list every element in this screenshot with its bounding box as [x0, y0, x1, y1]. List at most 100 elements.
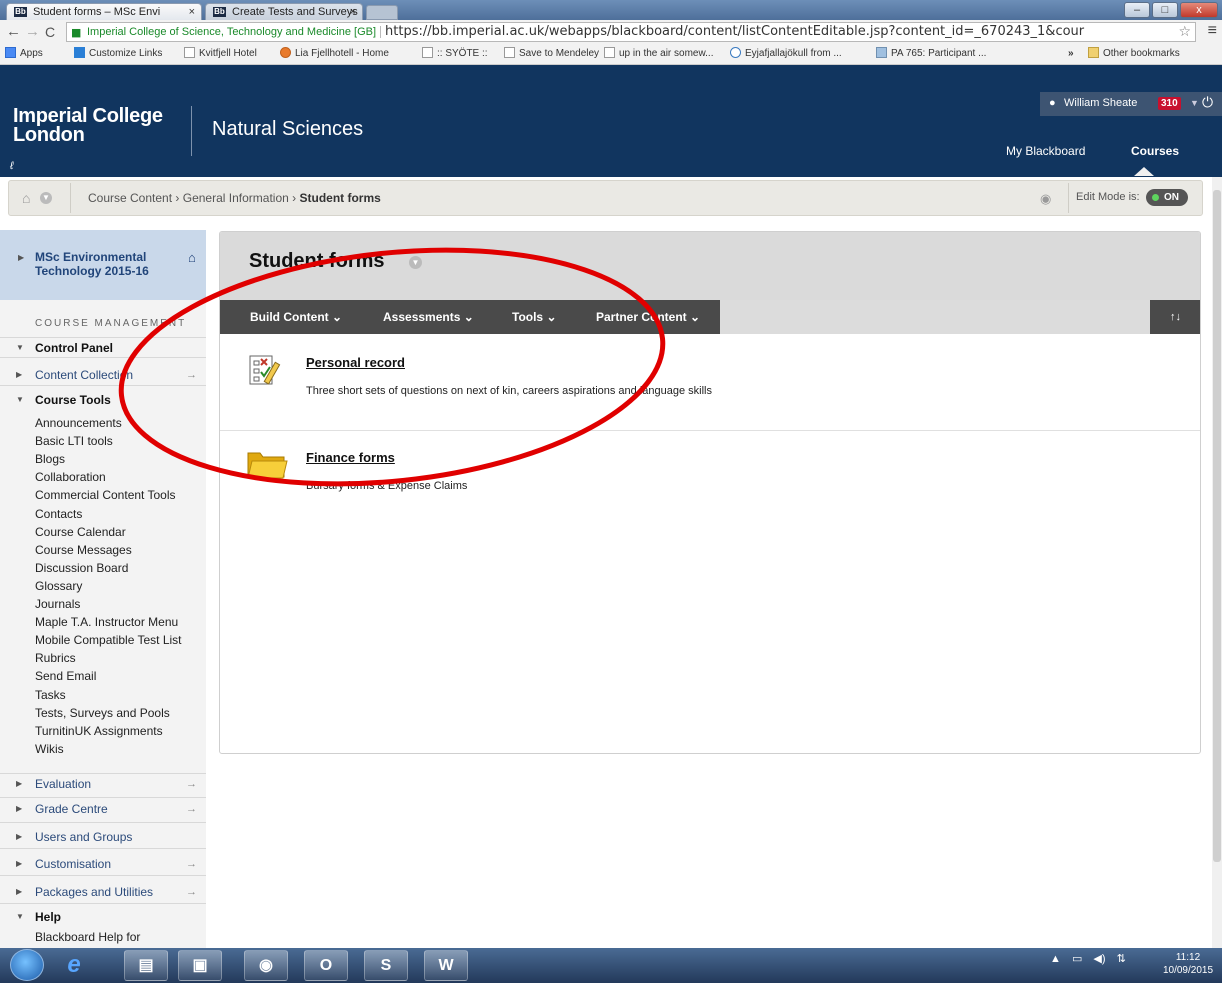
- system-tray: ▲ ▭ ◀) ⇅: [1050, 952, 1126, 965]
- browser-menu-icon[interactable]: ≡: [1208, 22, 1217, 40]
- course-tile[interactable]: ▶ MSc Environmental Technology 2015-16 ⌂: [0, 230, 206, 300]
- chevron-down-icon: ⌄: [690, 310, 701, 324]
- bookmark-mendeley[interactable]: Save to Mendeley: [504, 44, 599, 64]
- assessments-menu[interactable]: Assessments ⌄: [383, 300, 474, 334]
- browser-tab-active[interactable]: Bb Student forms – MSc Envi ×: [6, 3, 202, 20]
- sidebar-tool-item[interactable]: Glossary: [35, 579, 82, 593]
- build-content-menu[interactable]: Build Content ⌄: [250, 300, 342, 334]
- internet-explorer-icon[interactable]: e: [52, 950, 96, 981]
- sidebar-tool-item[interactable]: TurnitinUK Assignments: [35, 724, 163, 738]
- tab-close-icon[interactable]: ×: [189, 4, 195, 20]
- bookmark-kvitfjell[interactable]: Kvitfjell Hotel: [184, 44, 257, 64]
- sidebar-tool-item[interactable]: Contacts: [35, 507, 82, 521]
- new-tab-button[interactable]: [366, 5, 398, 20]
- help-header[interactable]: ▼ Help: [0, 907, 206, 927]
- forward-arrow-icon[interactable]: →: [25, 22, 40, 42]
- tab-close-icon[interactable]: ×: [350, 4, 356, 20]
- chrome-icon[interactable]: ◉: [244, 950, 288, 981]
- user-menu[interactable]: ● William Sheate 310 ▼ ⏻: [1040, 92, 1222, 116]
- reorder-icon[interactable]: ↑↓: [1170, 300, 1181, 334]
- bookmarks-overflow-icon[interactable]: »: [1068, 44, 1074, 64]
- close-window-button[interactable]: x: [1180, 2, 1218, 18]
- bookmark-up-in-the-air[interactable]: up in the air somew...: [604, 44, 714, 64]
- bookmark-star-icon[interactable]: ☆: [1178, 23, 1191, 41]
- file-explorer-icon[interactable]: ▤: [124, 950, 168, 981]
- bookmark-other[interactable]: Other bookmarks: [1088, 44, 1180, 64]
- sidebar-tool-item[interactable]: Blogs: [35, 452, 65, 466]
- sidebar-item-packages-and-utilities[interactable]: ▶ Packages and Utilities →: [0, 882, 206, 902]
- breadcrumb-course-content[interactable]: Course Content: [88, 191, 172, 205]
- bookmark-eyjafjallajokull[interactable]: Eyjafjallajökull from ...: [730, 44, 842, 64]
- sidebar-tool-item[interactable]: Announcements: [35, 416, 122, 430]
- network-icon[interactable]: ▭: [1072, 953, 1082, 965]
- sidebar-tool-item[interactable]: Basic LTI tools: [35, 434, 113, 448]
- sync-icon[interactable]: ⇅: [1117, 953, 1126, 965]
- bookmark-pa765[interactable]: PA 765: Participant ...: [876, 44, 986, 64]
- url-input[interactable]: ■ Imperial College of Science, Technolog…: [66, 22, 1196, 42]
- sidebar-item-grade-centre[interactable]: ▶ Grade Centre →: [0, 799, 206, 819]
- power-icon[interactable]: ⏻: [1202, 91, 1213, 113]
- sidebar-tool-item[interactable]: Wikis: [35, 742, 64, 756]
- bookmark-customize-links[interactable]: Customize Links: [74, 44, 162, 64]
- skype-icon[interactable]: S: [364, 950, 408, 981]
- course-name[interactable]: MSc Environmental Technology 2015-16: [35, 250, 165, 278]
- scrollbar-thumb[interactable]: [1213, 190, 1221, 862]
- caret-right-icon: ▶: [16, 859, 23, 868]
- bookmark-lia[interactable]: Lia Fjellhotell - Home: [280, 44, 389, 64]
- sidebar-tool-item[interactable]: Course Messages: [35, 543, 132, 557]
- sidebar-item-customisation[interactable]: ▶ Customisation →: [0, 854, 206, 874]
- sidebar-item-content-collection[interactable]: ▶ Content Collection →: [0, 365, 206, 385]
- sidebar-tool-item[interactable]: Discussion Board: [35, 561, 128, 575]
- chevron-down-icon[interactable]: ▼: [409, 256, 422, 269]
- system-clock[interactable]: 11:12 10/09/2015: [1158, 951, 1218, 977]
- course-tools-header[interactable]: ▼ Course Tools: [0, 390, 206, 410]
- student-preview-icon[interactable]: ◉: [1040, 191, 1051, 207]
- maximize-button[interactable]: □: [1152, 2, 1178, 18]
- sidebar-tool-item[interactable]: Mobile Compatible Test List: [35, 633, 182, 647]
- sidebar-tool-item[interactable]: Tests, Surveys and Pools: [35, 706, 170, 720]
- reload-icon[interactable]: C: [45, 22, 55, 42]
- sidebar-tool-item[interactable]: Maple T.A. Instructor Menu: [35, 615, 178, 629]
- bookmarks-bar: Apps Customize Links Kvitfjell Hotel Lia…: [0, 44, 1222, 65]
- bookmark-apps[interactable]: Apps: [5, 44, 43, 64]
- imperial-college-logo[interactable]: Imperial College London: [13, 106, 163, 145]
- chevron-down-icon[interactable]: ▼: [1190, 92, 1199, 114]
- browser-tab[interactable]: Bb Create Tests and Surveys ×: [205, 3, 363, 20]
- show-hidden-icons-icon[interactable]: ▲: [1050, 953, 1061, 965]
- outlook-icon[interactable]: O: [304, 950, 348, 981]
- tab-courses[interactable]: Courses: [1131, 144, 1179, 158]
- bookmark-syote[interactable]: :: SYÖTE ::: [422, 44, 488, 64]
- minimize-button[interactable]: –: [1124, 2, 1150, 18]
- breadcrumb-general-information[interactable]: General Information: [183, 191, 289, 205]
- volume-icon[interactable]: ◀): [1093, 953, 1105, 965]
- windows-start-button[interactable]: [10, 949, 44, 981]
- partner-content-menu[interactable]: Partner Content ⌄: [596, 300, 700, 334]
- link-icon[interactable]: ℓ: [10, 160, 14, 172]
- sidebar-item-users-and-groups[interactable]: ▶ Users and Groups: [0, 827, 206, 847]
- sidebar-tool-item[interactable]: Journals: [35, 597, 80, 611]
- course-home-icon[interactable]: ⌂: [188, 250, 196, 265]
- back-arrow-icon[interactable]: ←: [6, 22, 21, 42]
- active-tab-pointer: [1134, 167, 1154, 176]
- caret-right-icon[interactable]: ▶: [18, 253, 24, 262]
- item-title-finance-forms[interactable]: Finance forms: [306, 450, 395, 465]
- sidebar-tool-item[interactable]: Tasks: [35, 688, 66, 702]
- home-icon[interactable]: ⌂: [22, 190, 30, 206]
- notification-badge[interactable]: 310: [1158, 97, 1181, 110]
- sidebar-tool-item[interactable]: Course Calendar: [35, 525, 126, 539]
- chevron-down-icon: ⌄: [546, 310, 557, 324]
- control-panel-header[interactable]: ▼ Control Panel: [0, 338, 206, 358]
- sidebar-tool-item[interactable]: Collaboration: [35, 470, 106, 484]
- sidebar-tool-item[interactable]: Rubrics: [35, 651, 76, 665]
- sidebar-item-evaluation[interactable]: ▶ Evaluation →: [0, 774, 206, 794]
- tools-menu[interactable]: Tools ⌄: [512, 300, 557, 334]
- chevron-down-icon[interactable]: ▼: [40, 192, 52, 204]
- media-player-icon[interactable]: ▣: [178, 950, 222, 981]
- tab-my-blackboard[interactable]: My Blackboard: [1006, 144, 1085, 158]
- sidebar-tool-item[interactable]: Commercial Content Tools: [35, 488, 176, 502]
- sidebar-item-blackboard-help[interactable]: Blackboard Help for: [35, 930, 140, 944]
- word-icon[interactable]: W: [424, 950, 468, 981]
- item-title-personal-record[interactable]: Personal record: [306, 355, 405, 370]
- edit-mode-toggle[interactable]: ON: [1146, 189, 1188, 206]
- sidebar-tool-item[interactable]: Send Email: [35, 669, 96, 683]
